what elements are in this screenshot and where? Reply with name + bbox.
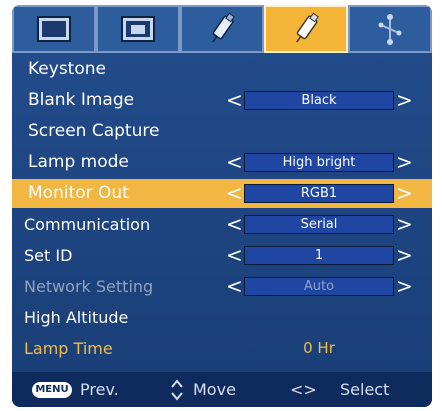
menu-item-label: High Altitude	[24, 308, 129, 327]
next-value-arrow[interactable]: >	[396, 86, 413, 115]
menu-item-label: Lamp Time	[24, 339, 113, 358]
prev-value-arrow[interactable]: <	[226, 86, 243, 115]
menu-item-screen-capture[interactable]: Screen Capture	[12, 117, 432, 146]
menu-item-label: Lamp mode	[28, 152, 129, 172]
next-value-arrow[interactable]: >	[396, 241, 413, 270]
screen-icon	[121, 16, 155, 42]
value-field: Auto	[244, 277, 394, 296]
menu-item-label: Monitor Out	[28, 183, 129, 203]
tab-screen[interactable]	[96, 5, 180, 53]
footer-select-label: Select	[340, 380, 390, 399]
menu-item-high-altitude[interactable]: High Altitude	[12, 303, 432, 332]
usb-icon	[212, 12, 235, 43]
menu-item-set-id[interactable]: Set ID < 1 >	[12, 241, 432, 270]
next-value-arrow: >	[396, 274, 413, 298]
menu-item-lamp-time: Lamp Time 0 Hr	[12, 334, 432, 363]
footer-help-bar: MENU Prev. Move <> Select	[12, 372, 432, 407]
up-down-arrows-icon	[171, 379, 183, 401]
tab-picture[interactable]	[12, 5, 96, 53]
menu-item-label: Communication	[24, 215, 151, 234]
settings-plug-icon	[296, 12, 319, 43]
value-field[interactable]: Black	[244, 91, 394, 110]
tab-usb[interactable]	[180, 5, 264, 53]
value-field[interactable]: Serial	[244, 215, 394, 234]
prev-value-arrow[interactable]: <	[226, 148, 243, 177]
next-value-arrow[interactable]: >	[396, 210, 413, 239]
projector-osd: Keystone Blank Image < Black > Screen Ca…	[0, 0, 442, 411]
value-field[interactable]: 1	[244, 246, 394, 265]
menu-item-label: Screen Capture	[28, 121, 160, 141]
menu-item-lamp-mode[interactable]: Lamp mode < High bright >	[12, 148, 432, 177]
menu-item-monitor-out[interactable]: Monitor Out < RGB1 >	[12, 179, 432, 208]
menu-item-network-setting: Network Setting < Auto >	[12, 272, 432, 301]
next-value-arrow[interactable]: >	[396, 148, 413, 177]
value-field[interactable]: RGB1	[244, 184, 394, 203]
tab-network[interactable]	[348, 5, 432, 53]
menu-item-blank-image[interactable]: Blank Image < Black >	[12, 86, 432, 115]
menu-item-label: Keystone	[28, 59, 106, 79]
menu-key-icon: MENU	[32, 382, 72, 398]
prev-value-arrow[interactable]: <	[226, 179, 243, 208]
select-arrows-icon: <>	[290, 380, 317, 399]
menu-item-label: Blank Image	[28, 90, 135, 110]
menu-item-label: Network Setting	[24, 277, 154, 296]
footer-move-label: Move	[193, 380, 236, 399]
prev-value-arrow[interactable]: <	[226, 241, 243, 270]
prev-value-arrow: <	[226, 274, 243, 298]
tab-settings[interactable]	[264, 5, 348, 53]
lamp-time-value: 0 Hr	[303, 339, 335, 357]
menu-item-label: Set ID	[24, 246, 73, 265]
osd-panel: Keystone Blank Image < Black > Screen Ca…	[12, 5, 432, 407]
menu-item-keystone[interactable]: Keystone	[12, 55, 432, 84]
menu-item-communication[interactable]: Communication < Serial >	[12, 210, 432, 239]
tab-bar	[12, 5, 432, 53]
network-icon	[378, 14, 402, 45]
value-field[interactable]: High bright	[244, 153, 394, 172]
next-value-arrow[interactable]: >	[396, 179, 413, 208]
picture-icon	[37, 16, 71, 42]
settings-menu: Keystone Blank Image < Black > Screen Ca…	[12, 53, 432, 372]
prev-value-arrow[interactable]: <	[226, 210, 243, 239]
footer-prev-label: Prev.	[80, 380, 119, 399]
